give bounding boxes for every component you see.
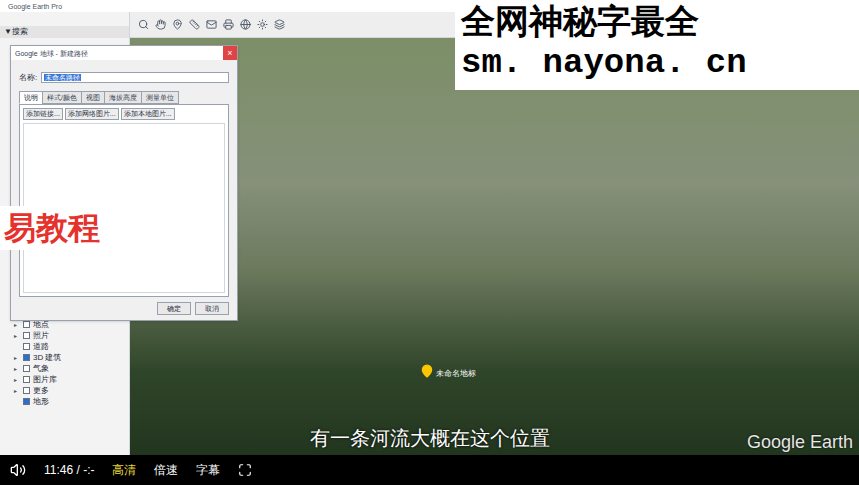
expand-icon[interactable]: ▸	[14, 377, 20, 383]
dialog-button[interactable]: 取消	[195, 302, 229, 315]
name-field[interactable]: 未命名路径	[41, 72, 229, 83]
layer-item[interactable]: 道路	[14, 341, 129, 352]
layer-checkbox[interactable]	[23, 376, 30, 383]
layer-item[interactable]: 地形	[14, 396, 129, 407]
watermark: 全网神秘字最全sm. nayona. cn	[455, 0, 859, 90]
hand-icon[interactable]	[155, 19, 166, 30]
layer-item[interactable]: ▸气象	[14, 363, 129, 374]
video-player: Google Earth Pro▼搜索▸地点▸照片道路▸3D 建筑▸气象▸图片库…	[0, 0, 859, 485]
player-button[interactable]: 字幕	[196, 461, 220, 479]
dialog-tabs: 说明样式/颜色视图海拔高度测量单位	[11, 91, 237, 104]
dialog-tab[interactable]: 视图	[81, 91, 105, 104]
tab-panel: 添加链接...添加网络图片...添加本地图片...	[19, 104, 229, 297]
pin-icon[interactable]	[172, 19, 183, 30]
add-button[interactable]: 添加网络图片...	[65, 108, 119, 120]
side-banner: 易教程	[0, 206, 104, 250]
fullscreen-icon[interactable]	[238, 463, 252, 477]
placemark[interactable]: 未命名地标	[420, 364, 476, 378]
dialog-tab[interactable]: 海拔高度	[104, 91, 142, 104]
expand-icon[interactable]: ▸	[14, 366, 20, 372]
video-frame: Google Earth Pro▼搜索▸地点▸照片道路▸3D 建筑▸气象▸图片库…	[0, 0, 859, 455]
layer-checkbox[interactable]	[23, 398, 30, 405]
layer-item[interactable]: ▸更多	[14, 385, 129, 396]
add-button[interactable]: 添加链接...	[23, 108, 63, 120]
player-controls: 11:46 / -:- 高清倍速字幕	[0, 455, 859, 485]
dialog-tab[interactable]: 样式/颜色	[42, 91, 82, 104]
satellite-map[interactable]	[130, 38, 859, 455]
layer-checkbox[interactable]	[23, 387, 30, 394]
expand-icon[interactable]: ▸	[14, 388, 20, 394]
volume-icon[interactable]	[10, 462, 26, 478]
dialog-tab[interactable]: 测量单位	[141, 91, 179, 104]
expand-icon[interactable]: ▸	[14, 355, 20, 361]
layer-item[interactable]: ▸照片	[14, 330, 129, 341]
printer-icon[interactable]	[223, 19, 234, 30]
close-button[interactable]: ×	[223, 46, 237, 60]
dialog-tab[interactable]: 说明	[19, 91, 43, 104]
dialog: Google 地球 - 新建路径×名称:未命名路径说明样式/颜色视图海拔高度测量…	[10, 45, 238, 321]
subtitle: 有一条河流大概在这个位置	[200, 425, 659, 451]
layer-checkbox[interactable]	[23, 332, 30, 339]
player-button[interactable]: 高清	[112, 461, 136, 479]
expand-icon[interactable]: ▸	[14, 322, 20, 328]
player-button[interactable]: 倍速	[154, 461, 178, 479]
globe-icon[interactable]	[240, 19, 251, 30]
layer-checkbox[interactable]	[23, 343, 30, 350]
mail-icon[interactable]	[206, 19, 217, 30]
layer-item[interactable]: ▸3D 建筑	[14, 352, 129, 363]
expand-icon[interactable]: ▸	[14, 333, 20, 339]
layers-icon[interactable]	[274, 19, 285, 30]
search-header[interactable]: ▼搜索	[0, 26, 129, 38]
add-button[interactable]: 添加本地图片...	[121, 108, 175, 120]
attribution: Google Earth	[747, 431, 853, 453]
time-display: 11:46 / -:-	[44, 461, 94, 479]
dialog-title-bar: Google 地球 - 新建路径×	[11, 46, 237, 60]
layer-checkbox[interactable]	[23, 354, 30, 361]
layers-list: ▸地点▸照片道路▸3D 建筑▸气象▸图片库▸更多地形	[0, 319, 129, 407]
sun-icon[interactable]	[257, 19, 268, 30]
pushpin-icon[interactable]	[420, 364, 434, 378]
ruler-icon[interactable]	[189, 19, 200, 30]
search-icon[interactable]	[138, 19, 149, 30]
dialog-button[interactable]: 确定	[157, 302, 191, 315]
layer-checkbox[interactable]	[23, 365, 30, 372]
layer-item[interactable]: ▸图片库	[14, 374, 129, 385]
layer-checkbox[interactable]	[23, 321, 30, 328]
